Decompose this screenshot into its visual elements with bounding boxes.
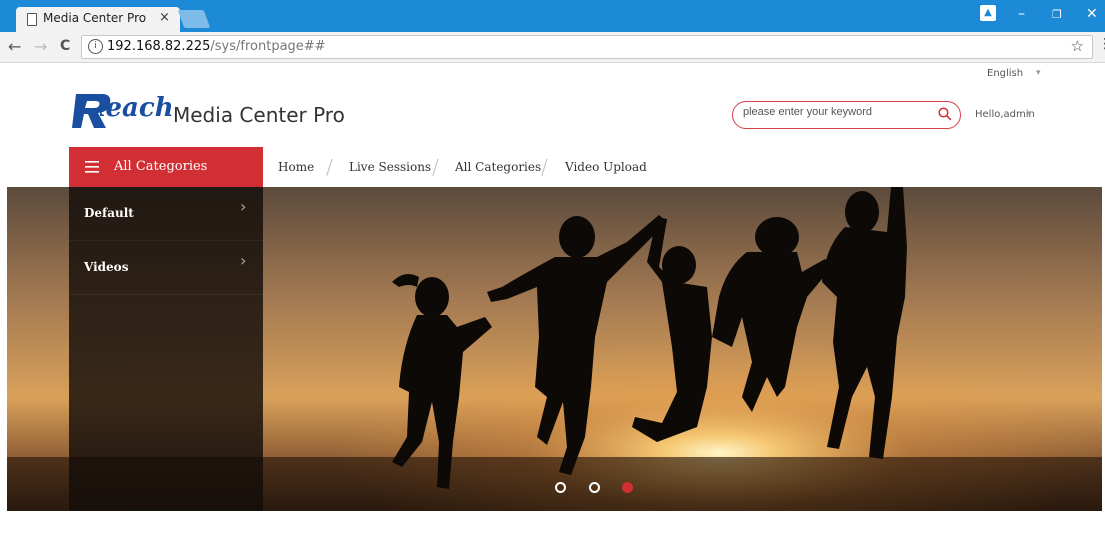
browser-title-bar: Media Center Pro × ▲ – ❐ ✕: [0, 0, 1105, 32]
restore-icon[interactable]: ❐: [1052, 8, 1062, 21]
chevron-right-icon: ›: [240, 251, 247, 270]
user-menu[interactable]: Hello,admin: [975, 109, 1035, 120]
page-icon: [27, 13, 37, 26]
close-window-icon[interactable]: ✕: [1086, 6, 1098, 22]
chevron-down-icon[interactable]: ▾: [1036, 68, 1041, 78]
minimize-icon[interactable]: –: [1018, 6, 1025, 22]
browser-tab[interactable]: Media Center Pro ×: [16, 7, 180, 32]
reload-icon[interactable]: C: [60, 38, 70, 54]
all-categories-button[interactable]: All Categories: [69, 147, 263, 187]
url-host: 192.168.82.225: [107, 39, 211, 54]
carousel-dot-2[interactable]: [589, 482, 600, 493]
address-bar[interactable]: i 192.168.82.225/sys/frontpage## ☆: [81, 35, 1093, 59]
search-input[interactable]: [743, 106, 933, 118]
info-icon[interactable]: i: [88, 39, 103, 54]
back-icon[interactable]: ←: [8, 37, 21, 56]
category-menu: Default › Videos ›: [69, 187, 263, 511]
category-item-default[interactable]: Default ›: [69, 187, 263, 241]
browser-menu-icon[interactable]: ⋮: [1098, 36, 1105, 52]
nav-link-live-sessions[interactable]: Live Sessions: [349, 160, 431, 174]
carousel-dot-3-active[interactable]: [622, 482, 633, 493]
browser-toolbar: ← → C i 192.168.82.225/sys/frontpage## ☆: [0, 32, 1105, 63]
forward-icon[interactable]: →: [34, 37, 47, 56]
carousel-dot-1[interactable]: [555, 482, 566, 493]
category-label: Videos: [84, 260, 129, 274]
search-icon[interactable]: [938, 107, 952, 121]
category-label: Default: [84, 206, 134, 220]
url-path: /sys/frontpage##: [210, 39, 326, 54]
brand-name: Media Center Pro: [173, 103, 345, 127]
bookmark-star-icon[interactable]: ☆: [1071, 37, 1084, 55]
brand-subtitle: Media Center Pro: [173, 103, 345, 127]
search-box[interactable]: [732, 101, 961, 129]
chevron-down-icon[interactable]: ▾: [1027, 109, 1032, 119]
tab-close-icon[interactable]: ×: [159, 10, 170, 25]
nav-link-video-upload[interactable]: Video Upload: [565, 160, 647, 174]
user-profile-icon[interactable]: ▲: [980, 5, 996, 21]
all-categories-label: All Categories: [114, 159, 208, 174]
nav-link-all-categories[interactable]: All Categories: [455, 160, 541, 174]
language-selector[interactable]: English: [987, 68, 1023, 79]
hamburger-menu-icon: [85, 161, 99, 173]
nav-separator: /: [432, 155, 439, 179]
nav-separator: /: [326, 155, 333, 179]
nav-separator: /: [541, 155, 548, 179]
new-tab-button[interactable]: [177, 10, 211, 28]
tab-title: Media Center Pro: [43, 11, 147, 25]
category-item-videos[interactable]: Videos ›: [69, 241, 263, 295]
url-text: 192.168.82.225/sys/frontpage##: [107, 39, 326, 54]
chevron-right-icon: ›: [240, 197, 247, 216]
logo-text: Reach: [100, 93, 174, 123]
nav-link-home[interactable]: Home: [278, 160, 314, 174]
